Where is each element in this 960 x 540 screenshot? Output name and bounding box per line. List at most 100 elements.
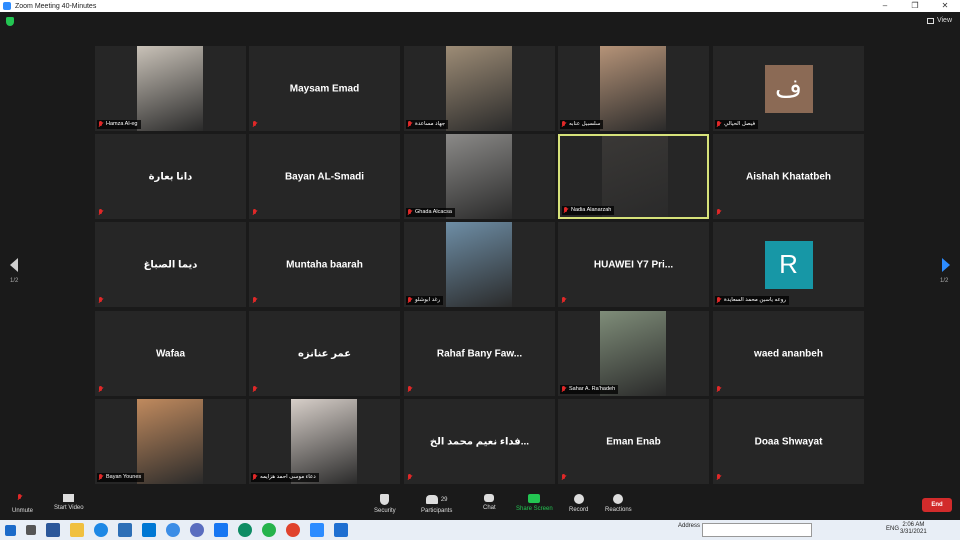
participant-name: فيصل الحيالي bbox=[724, 121, 756, 127]
view-button[interactable]: View bbox=[926, 17, 952, 24]
participant-video-feed bbox=[446, 222, 512, 307]
participant-video-feed bbox=[137, 399, 203, 484]
teams-icon[interactable] bbox=[190, 523, 204, 537]
participant-tile[interactable]: Bayan Younes bbox=[95, 399, 246, 484]
chat-label: Chat bbox=[483, 505, 496, 511]
facebook-icon[interactable] bbox=[214, 523, 228, 537]
windows-taskbar: Address ENG 2:06 AM 3/31/2021 bbox=[0, 520, 960, 540]
participant-tile[interactable]: Bayan AL-Smadi bbox=[249, 134, 400, 219]
system-clock[interactable]: 2:06 AM 3/31/2021 bbox=[900, 522, 927, 536]
participant-name: دعاء موسى احمد هزايمه bbox=[260, 474, 316, 480]
muted-mic-icon bbox=[716, 474, 722, 481]
mail-icon[interactable] bbox=[142, 523, 156, 537]
file-explorer-icon[interactable] bbox=[70, 523, 84, 537]
share-screen-button[interactable]: Share Screen bbox=[516, 494, 553, 512]
participant-tile[interactable]: ديما الصباغ bbox=[95, 222, 246, 307]
reactions-button[interactable]: Reactions bbox=[605, 494, 632, 513]
maximize-button[interactable]: ❐ bbox=[900, 0, 930, 12]
share-screen-icon bbox=[528, 494, 541, 503]
encryption-shield-icon[interactable] bbox=[6, 17, 14, 26]
participant-name: Ghada Alcacsa bbox=[415, 209, 452, 215]
participant-video-feed bbox=[137, 46, 203, 131]
meeting-toolbar: Unmute Start Video Security 29 Participa… bbox=[0, 490, 960, 520]
security-button[interactable]: Security bbox=[374, 494, 396, 514]
participant-tile[interactable]: فداء نعيم محمد الخ... bbox=[404, 399, 555, 484]
start-video-button[interactable]: Start Video bbox=[54, 494, 84, 511]
muted-mic-icon bbox=[252, 121, 258, 128]
unmute-label: Unmute bbox=[12, 508, 34, 514]
participant-tile[interactable]: Hamza Al-eg bbox=[95, 46, 246, 131]
muted-mic-icon bbox=[716, 209, 722, 216]
muted-mic-icon bbox=[17, 494, 29, 505]
participant-tile[interactable]: HUAWEI Y7 Pri... bbox=[558, 222, 709, 307]
participant-name: رغد ابوشلو bbox=[415, 297, 441, 303]
page-indicator-left: 1/2 bbox=[10, 278, 19, 284]
participant-name: روعه ياسين محمد السعايدة bbox=[724, 297, 787, 303]
participant-tile[interactable]: Muntaha baarah bbox=[249, 222, 400, 307]
windows-start-icon[interactable] bbox=[5, 524, 16, 536]
participant-name-label: جهاد مساعدة bbox=[406, 120, 449, 129]
participant-video-feed bbox=[446, 46, 512, 131]
muted-mic-icon bbox=[407, 209, 413, 216]
window-controls: – ❐ ✕ bbox=[870, 0, 960, 12]
participant-name: سلسبيل عنابه bbox=[569, 121, 601, 127]
participant-tile[interactable]: R روعه ياسين محمد السعايدة bbox=[713, 222, 864, 307]
reactions-label: Reactions bbox=[605, 507, 632, 513]
unmute-button[interactable]: Unmute bbox=[12, 494, 33, 514]
participant-tile[interactable]: Wafaa bbox=[95, 311, 246, 396]
participant-tile[interactable]: Eman Enab bbox=[558, 399, 709, 484]
participant-tile[interactable]: رغد ابوشلو bbox=[404, 222, 555, 307]
participant-tile[interactable]: جهاد مساعدة bbox=[404, 46, 555, 131]
participant-tile[interactable]: waed ananbeh bbox=[713, 311, 864, 396]
help-icon[interactable] bbox=[166, 523, 180, 537]
participant-name-label: Bayan Younes bbox=[97, 473, 145, 482]
edge-new-icon[interactable] bbox=[238, 523, 252, 537]
participant-name: Hamza Al-eg bbox=[106, 121, 138, 127]
participants-icon bbox=[425, 495, 438, 504]
participant-display-name: Bayan AL-Smadi bbox=[284, 171, 365, 182]
word-app-icon[interactable] bbox=[46, 523, 60, 537]
participant-display-name: Maysam Emad bbox=[289, 83, 360, 94]
previous-page-arrow-icon[interactable] bbox=[10, 258, 18, 272]
participant-tile[interactable]: Maysam Emad bbox=[249, 46, 400, 131]
participants-button[interactable]: 29 Participants bbox=[421, 494, 452, 514]
address-label: Address bbox=[678, 523, 701, 529]
participant-tile[interactable]: Nadia Alanarzah bbox=[558, 134, 709, 219]
close-button[interactable]: ✕ bbox=[930, 0, 960, 12]
muted-mic-icon bbox=[407, 297, 413, 304]
address-input[interactable] bbox=[702, 523, 812, 537]
participant-tile[interactable]: دانا بعارة bbox=[95, 134, 246, 219]
participant-tile[interactable]: Doaa Shwayat bbox=[713, 399, 864, 484]
chat-bubble-icon bbox=[484, 494, 495, 502]
participant-tile[interactable]: Ghada Alcacsa bbox=[404, 134, 555, 219]
participant-name-label: Sahar A. Ra’hadeh bbox=[560, 385, 619, 394]
minimize-button[interactable]: – bbox=[870, 0, 900, 12]
zoom-meeting-taskbar-icon[interactable] bbox=[334, 523, 348, 537]
participant-avatar: ف bbox=[764, 64, 813, 113]
chat-button[interactable]: Chat bbox=[483, 494, 496, 511]
store-icon[interactable] bbox=[118, 523, 132, 537]
zoom-taskbar-icon[interactable] bbox=[310, 523, 324, 537]
participant-tile[interactable]: دعاء موسى احمد هزايمه bbox=[249, 399, 400, 484]
language-indicator[interactable]: ENG bbox=[886, 526, 899, 532]
chrome-icon[interactable] bbox=[286, 523, 300, 537]
task-view-icon[interactable] bbox=[26, 525, 36, 535]
participant-tile[interactable]: Aishah Khatatbeh bbox=[713, 134, 864, 219]
participant-tile[interactable]: ف فيصل الحيالي bbox=[713, 46, 864, 131]
participant-video-feed bbox=[600, 311, 666, 396]
muted-mic-icon bbox=[407, 474, 413, 481]
whatsapp-icon[interactable] bbox=[262, 523, 276, 537]
participant-display-name: ديما الصباغ bbox=[143, 259, 198, 270]
edge-browser-icon[interactable] bbox=[94, 523, 108, 537]
muted-mic-icon bbox=[561, 297, 567, 304]
participant-tile[interactable]: سلسبيل عنابه bbox=[558, 46, 709, 131]
end-meeting-button[interactable]: End bbox=[922, 498, 952, 512]
record-button[interactable]: Record bbox=[569, 494, 588, 513]
participant-display-name: Doaa Shwayat bbox=[754, 436, 823, 447]
next-page-arrow-icon[interactable] bbox=[942, 258, 950, 272]
participant-name: Sahar A. Ra’hadeh bbox=[569, 386, 616, 392]
participant-tile[interactable]: Rahaf Bany Faw... bbox=[404, 311, 555, 396]
window-title: Zoom Meeting 40-Minutes bbox=[15, 2, 97, 10]
participant-tile[interactable]: Sahar A. Ra’hadeh bbox=[558, 311, 709, 396]
participant-tile[interactable]: عمر عنانزه bbox=[249, 311, 400, 396]
